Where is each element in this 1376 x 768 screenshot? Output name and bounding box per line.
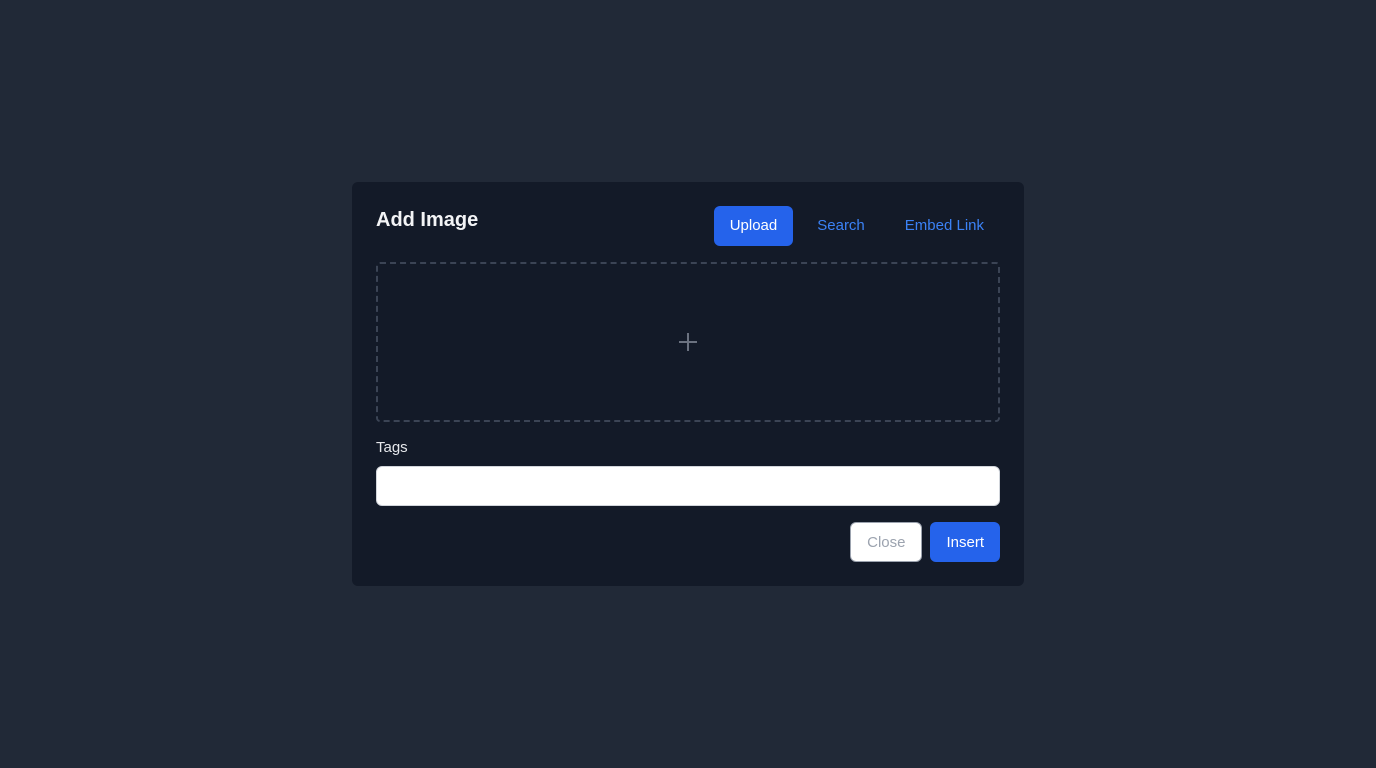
dialog-footer: Close Insert bbox=[850, 522, 1000, 562]
tags-input[interactable] bbox=[376, 466, 1000, 506]
tags-label: Tags bbox=[376, 439, 408, 456]
tab-embed-link[interactable]: Embed Link bbox=[889, 206, 1000, 246]
tab-upload[interactable]: Upload bbox=[713, 206, 794, 246]
add-image-dialog: Add Image Upload Search Embed Link Tags … bbox=[352, 182, 1024, 586]
upload-dropzone[interactable] bbox=[376, 262, 1000, 422]
source-tabs: Upload Search Embed Link bbox=[713, 206, 1000, 246]
plus-icon bbox=[679, 333, 697, 351]
tab-search[interactable]: Search bbox=[801, 206, 881, 246]
dialog-title: Add Image bbox=[376, 209, 479, 231]
insert-button[interactable]: Insert bbox=[930, 522, 1000, 562]
close-button[interactable]: Close bbox=[850, 522, 923, 562]
